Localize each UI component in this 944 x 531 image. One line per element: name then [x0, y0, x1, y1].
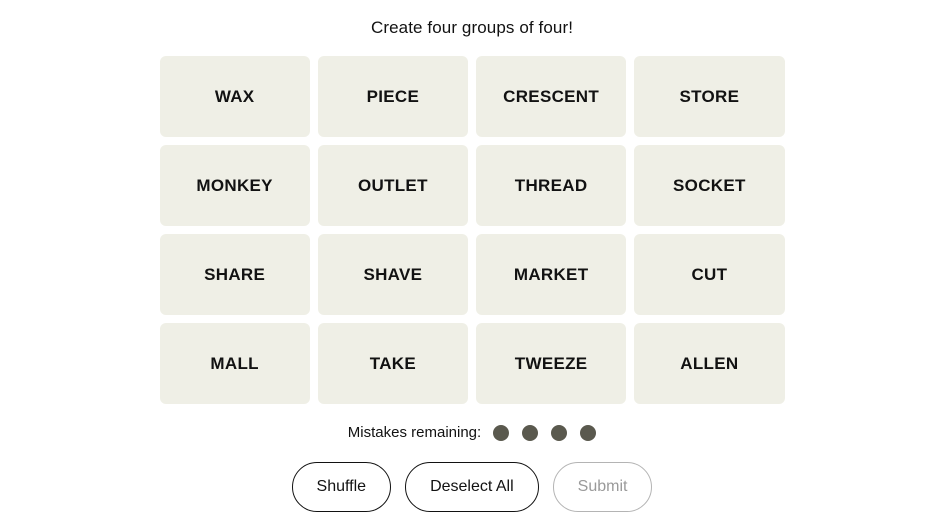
word-tile[interactable]: WAX	[159, 56, 310, 137]
game-controls: Shuffle Deselect All Submit	[291, 462, 653, 512]
mistakes-remaining-row: Mistakes remaining:	[347, 422, 597, 444]
word-tile[interactable]: THREAD	[476, 145, 627, 226]
word-tile[interactable]: STORE	[634, 56, 785, 137]
mistake-dot-3	[551, 425, 568, 441]
word-tile[interactable]: PIECE	[317, 56, 468, 137]
page-title: Create four groups of four!	[370, 18, 574, 37]
word-tile[interactable]: SHARE	[159, 234, 310, 315]
mistakes-dot-group	[493, 425, 597, 441]
word-tile[interactable]: OUTLET	[317, 145, 468, 226]
mistake-dot-1	[493, 425, 510, 441]
word-tile[interactable]: TWEEZE	[476, 323, 627, 404]
word-tile[interactable]: SHAVE	[317, 234, 468, 315]
deselect-all-button[interactable]: Deselect All	[405, 462, 539, 512]
word-tile[interactable]: MALL	[159, 323, 310, 404]
mistakes-remaining-label: Mistakes remaining:	[347, 424, 482, 441]
word-tile[interactable]: MONKEY	[159, 145, 310, 226]
word-tile[interactable]: SOCKET	[634, 145, 785, 226]
word-tile[interactable]: CRESCENT	[476, 56, 627, 137]
word-tile[interactable]: TAKE	[317, 323, 468, 404]
word-tile[interactable]: MARKET	[476, 234, 627, 315]
mistake-dot-4	[580, 425, 597, 441]
word-tile[interactable]: CUT	[634, 234, 785, 315]
mistake-dot-2	[522, 425, 539, 441]
connections-game: Create four groups of four! WAX PIECE CRES…	[0, 0, 944, 531]
word-tile[interactable]: ALLEN	[634, 323, 785, 404]
shuffle-button[interactable]: Shuffle	[291, 462, 392, 512]
word-tile-grid: WAX PIECE CRESCENT STORE MONKEY OUTLET THREAD S…	[159, 56, 785, 404]
submit-button[interactable]: Submit	[552, 462, 653, 512]
